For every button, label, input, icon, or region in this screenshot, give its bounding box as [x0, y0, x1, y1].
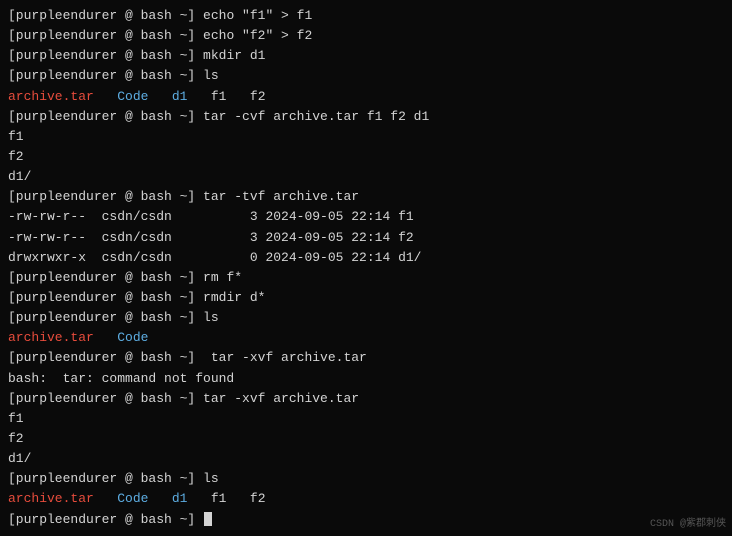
tvf-out-1: -rw-rw-r-- csdn/csdn 3 2024-09-05 22:14 … — [8, 207, 724, 227]
ls-d1-3: d1 — [172, 491, 188, 506]
ls-output-3: archive.tar Code d1 f1 f2 — [8, 489, 724, 509]
cmd-11: tar -xvf archive.tar — [195, 391, 359, 406]
ls-output-2: archive.tar Code — [8, 328, 724, 348]
cursor — [204, 512, 212, 526]
ls-code-3: Code — [117, 491, 148, 506]
line-12: [purpleendurer @ bash ~] ls — [8, 469, 724, 489]
cmd-1: echo "f1" > f1 — [195, 8, 312, 23]
line-final: [purpleendurer @ bash ~] — [8, 510, 724, 530]
ls-f2-3: f2 — [250, 491, 266, 506]
cmd-5: tar -cvf archive.tar f1 f2 d1 — [195, 109, 429, 124]
prompt-5: [purpleendurer @ bash ~] — [8, 109, 195, 124]
tar-out-3: d1/ — [8, 167, 724, 187]
tar-out-2: f2 — [8, 147, 724, 167]
cmd-3: mkdir d1 — [195, 48, 265, 63]
error-line: bash: tar: command not found — [8, 369, 724, 389]
line-2: [purpleendurer @ bash ~] echo "f2" > f2 — [8, 26, 724, 46]
ls-code-1: Code — [117, 89, 148, 104]
prompt-10: [purpleendurer @ bash ~] — [8, 350, 195, 365]
line-6: [purpleendurer @ bash ~] tar -tvf archiv… — [8, 187, 724, 207]
xvf-out-2: f2 — [8, 429, 724, 449]
ls-archive-2: archive.tar — [8, 330, 94, 345]
line-7: [purpleendurer @ bash ~] rm f* — [8, 268, 724, 288]
ls-f1-1: f1 — [211, 89, 227, 104]
ls-space-3 — [187, 89, 210, 104]
ls-space-4 — [226, 89, 249, 104]
prompt-9: [purpleendurer @ bash ~] — [8, 310, 195, 325]
prompt-11: [purpleendurer @ bash ~] — [8, 391, 195, 406]
prompt-6: [purpleendurer @ bash ~] — [8, 189, 195, 204]
cmd-4: ls — [195, 68, 218, 83]
prompt-2: [purpleendurer @ bash ~] — [8, 28, 195, 43]
xvf-out-1: f1 — [8, 409, 724, 429]
cmd-7: rm f* — [195, 270, 242, 285]
tvf-out-2: -rw-rw-r-- csdn/csdn 3 2024-09-05 22:14 … — [8, 228, 724, 248]
line-4: [purpleendurer @ bash ~] ls — [8, 66, 724, 86]
ls-space-1 — [94, 89, 117, 104]
prompt-8: [purpleendurer @ bash ~] — [8, 290, 195, 305]
cmd-final — [195, 512, 203, 527]
ls-f1-3: f1 — [211, 491, 227, 506]
ls-output-1: archive.tar Code d1 f1 f2 — [8, 87, 724, 107]
cmd-9: ls — [195, 310, 218, 325]
line-10: [purpleendurer @ bash ~] tar -xvf archiv… — [8, 348, 724, 368]
prompt-4: [purpleendurer @ bash ~] — [8, 68, 195, 83]
ls-archive-3: archive.tar — [8, 491, 94, 506]
prompt-3: [purpleendurer @ bash ~] — [8, 48, 195, 63]
cmd-8: rmdir d* — [195, 290, 265, 305]
terminal: [purpleendurer @ bash ~] echo "f1" > f1 … — [0, 0, 732, 536]
line-3: [purpleendurer @ bash ~] mkdir d1 — [8, 46, 724, 66]
xvf-out-3: d1/ — [8, 449, 724, 469]
tvf-out-3: drwxrwxr-x csdn/csdn 0 2024-09-05 22:14 … — [8, 248, 724, 268]
line-1: [purpleendurer @ bash ~] echo "f1" > f1 — [8, 6, 724, 26]
cmd-12: ls — [195, 471, 218, 486]
ls-space-2 — [148, 89, 171, 104]
watermark: CSDN @紫郡刺侠 — [650, 514, 726, 530]
line-5: [purpleendurer @ bash ~] tar -cvf archiv… — [8, 107, 724, 127]
cmd-6: tar -tvf archive.tar — [195, 189, 359, 204]
ls-code-2: Code — [117, 330, 148, 345]
line-9: [purpleendurer @ bash ~] ls — [8, 308, 724, 328]
tar-out-1: f1 — [8, 127, 724, 147]
prompt-final: [purpleendurer @ bash ~] — [8, 512, 195, 527]
cmd-2: echo "f2" > f2 — [195, 28, 312, 43]
ls-f2-1: f2 — [250, 89, 266, 104]
prompt-12: [purpleendurer @ bash ~] — [8, 471, 195, 486]
line-11: [purpleendurer @ bash ~] tar -xvf archiv… — [8, 389, 724, 409]
prompt-1: [purpleendurer @ bash ~] — [8, 8, 195, 23]
ls-archive-1: archive.tar — [8, 89, 94, 104]
cmd-10: tar -xvf archive.tar — [195, 350, 367, 365]
prompt-7: [purpleendurer @ bash ~] — [8, 270, 195, 285]
line-8: [purpleendurer @ bash ~] rmdir d* — [8, 288, 724, 308]
ls-d1-1: d1 — [172, 89, 188, 104]
